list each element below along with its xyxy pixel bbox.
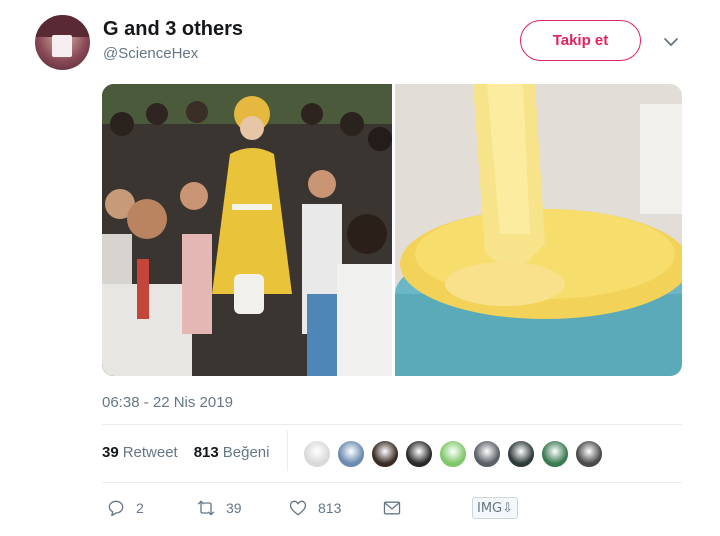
liker-avatar[interactable] — [507, 440, 535, 468]
direct-message-button[interactable] — [382, 498, 402, 518]
follow-button[interactable]: Takip et — [520, 20, 641, 61]
liker-avatar[interactable] — [473, 440, 501, 468]
stats-separator — [287, 431, 288, 471]
like-button[interactable]: 813 — [288, 498, 341, 518]
liker-avatar[interactable] — [303, 440, 331, 468]
retweet-button[interactable]: 39 — [196, 498, 242, 518]
chevron-down-icon[interactable] — [662, 33, 680, 51]
liker-avatar[interactable] — [337, 440, 365, 468]
like-action-count: 813 — [318, 500, 342, 516]
avatar-card — [52, 35, 72, 57]
retweet-icon — [197, 500, 215, 516]
divider-bottom — [102, 482, 682, 483]
retweet-action-count: 39 — [226, 500, 242, 516]
retweet-stat[interactable]: 39 Retweet — [102, 444, 178, 461]
tweet-timestamp[interactable]: 06:38 - 22 Nis 2019 — [102, 394, 233, 411]
engagement-stats: 39 Retweet 813 Beğeni — [102, 444, 269, 461]
liker-avatar[interactable] — [575, 440, 603, 468]
avatar-hair — [35, 15, 90, 37]
reply-icon — [108, 500, 124, 517]
divider-top — [102, 424, 682, 425]
retweet-count: 39 — [102, 444, 119, 461]
photo-queen-crowd-illustration — [102, 84, 392, 376]
reply-count: 2 — [136, 500, 144, 516]
tweet-media[interactable] — [102, 84, 682, 376]
retweet-label: Retweet — [122, 444, 178, 461]
user-handle[interactable]: @ScienceHex — [103, 45, 198, 62]
like-label: Beğeni — [222, 444, 270, 461]
liker-avatar[interactable] — [541, 440, 569, 468]
liker-avatar[interactable] — [439, 440, 467, 468]
photo-queen-crowd[interactable] — [102, 84, 392, 376]
display-name[interactable]: G and 3 others — [103, 18, 243, 41]
liker-avatar[interactable] — [405, 440, 433, 468]
photo-cheese-pull[interactable] — [395, 84, 682, 376]
liker-avatar[interactable] — [371, 440, 399, 468]
envelope-icon — [383, 501, 401, 515]
like-stat[interactable]: 813 Beğeni — [194, 444, 270, 461]
tweet-actions: 2 39 813 — [102, 498, 522, 524]
photo-cheese-pull-illustration — [395, 84, 682, 376]
avatar[interactable] — [35, 15, 90, 70]
heart-icon — [289, 500, 307, 516]
liker-avatars — [303, 440, 603, 468]
reply-button[interactable]: 2 — [106, 498, 144, 518]
img-download-button[interactable]: IMG⇩ — [472, 497, 519, 519]
like-count: 813 — [193, 444, 219, 461]
